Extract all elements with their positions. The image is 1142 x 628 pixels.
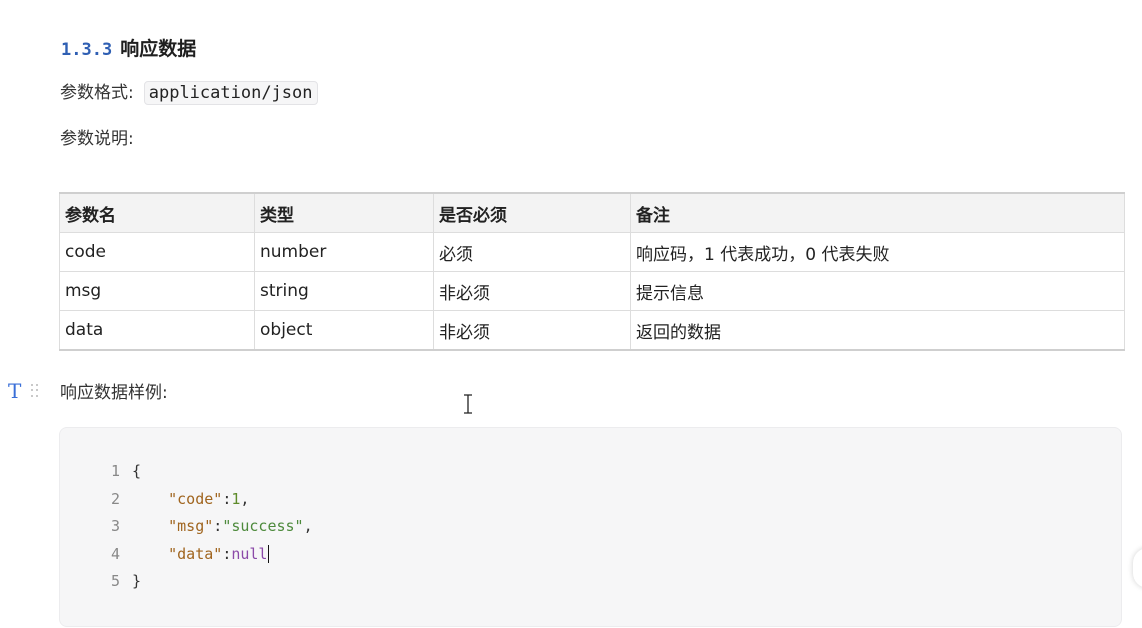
format-line: 参数格式: application/json [60, 78, 318, 105]
table-cell[interactable]: 必须 [433, 232, 631, 272]
code-token: , [303, 517, 313, 535]
code-token: : [222, 544, 232, 563]
header-cell-required: 是否必须 [433, 192, 631, 233]
section-title: 响应数据 [120, 38, 197, 60]
text-caret [268, 545, 270, 563]
block-toolbar[interactable]: T [3, 376, 51, 406]
table-cell[interactable]: msg [59, 271, 255, 311]
code-source[interactable]: "msg":"success", [132, 515, 313, 537]
code-token: null [231, 544, 268, 563]
section-heading: 1.3.3 响应数据 [61, 34, 196, 61]
code-token: { [132, 462, 142, 480]
code-token: , [240, 489, 250, 508]
table-cell[interactable]: 返回的数据 [630, 310, 1125, 351]
description-label: 参数说明: [60, 129, 134, 149]
table-header-row: 参数名 类型 是否必须 备注 [59, 192, 1125, 233]
line-number: 1 [110, 462, 120, 480]
header-cell-type: 类型 [254, 192, 434, 233]
section-number: 1.3.3 [61, 40, 113, 60]
text-type-icon[interactable]: T [8, 379, 21, 403]
code-token: : [222, 489, 232, 508]
table-cell[interactable]: string [254, 271, 434, 311]
code-source[interactable]: } [132, 570, 141, 592]
params-table: 参数名 类型 是否必须 备注 code number 必须 响应码，1 代表成功… [59, 192, 1125, 351]
code-block[interactable]: 1{2 "code":1, 3 "msg":"success", 4 "data":… [59, 427, 1122, 627]
table-row: code number 必须 响应码，1 代表成功，0 代表失败 [59, 232, 1125, 272]
floating-assistant-button[interactable] [1133, 548, 1142, 588]
table-cell[interactable]: object [254, 310, 434, 351]
format-label: 参数格式: [60, 83, 134, 103]
code-token: "msg" [168, 517, 214, 535]
code-source[interactable]: { [132, 460, 141, 482]
header-cell-name: 参数名 [59, 192, 255, 233]
line-number: 2 [110, 489, 120, 508]
table-cell[interactable]: 提示信息 [630, 271, 1125, 311]
table-cell[interactable]: 响应码，1 代表成功，0 代表失败 [630, 232, 1125, 272]
code-token: "code" [168, 489, 223, 508]
header-cell-remark: 备注 [630, 192, 1125, 233]
table-cell[interactable]: number [254, 232, 434, 272]
drag-handle-icon[interactable] [31, 384, 39, 398]
code-source[interactable]: "code":1, [132, 488, 249, 510]
example-label[interactable]: 响应数据样例: [60, 378, 168, 403]
code-token: } [132, 572, 142, 590]
table-cell[interactable]: data [59, 310, 255, 351]
format-value-code: application/json [143, 81, 318, 105]
line-number: 3 [110, 517, 120, 535]
table-row: msg string 非必须 提示信息 [59, 271, 1125, 311]
line-number: 4 [110, 544, 120, 563]
table-cell[interactable]: 非必须 [433, 310, 631, 351]
code-token: "data" [168, 544, 223, 563]
mouse-cursor-icon [463, 394, 473, 414]
table-row: data object 非必须 返回的数据 [59, 310, 1125, 351]
line-number: 5 [110, 572, 120, 590]
table-cell[interactable]: 非必须 [433, 271, 631, 311]
table-cell[interactable]: code [59, 232, 255, 272]
code-token: "success" [222, 517, 304, 535]
code-token: : [213, 517, 223, 535]
code-source[interactable]: "data":null [132, 543, 270, 565]
